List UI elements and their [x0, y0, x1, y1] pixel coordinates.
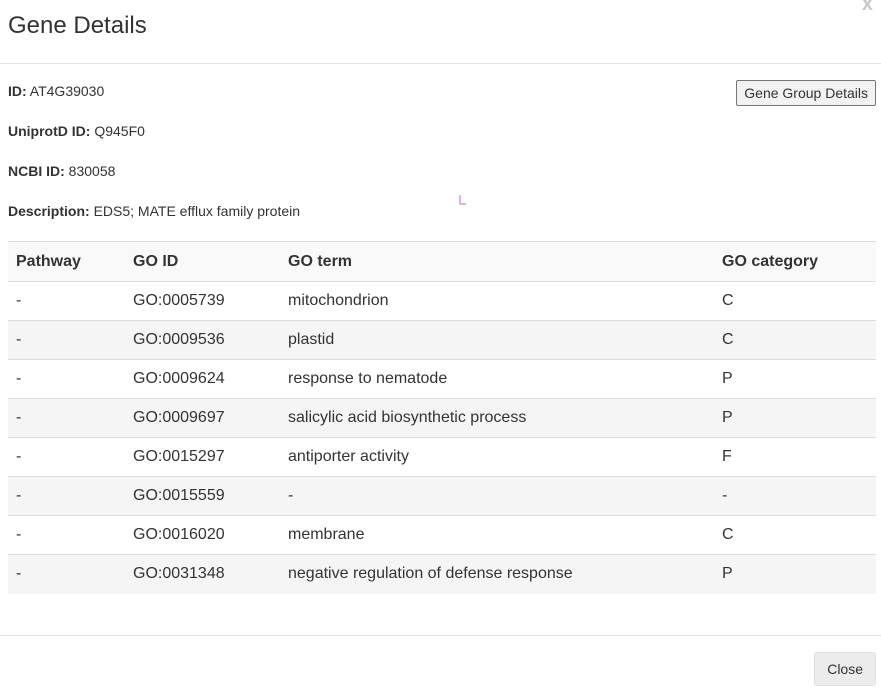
table-row: - GO:0009624 response to nematode P: [8, 359, 876, 399]
uniprot-id-label: UniprotD ID:: [8, 123, 91, 139]
table-row: - GO:0009536 plastid C: [8, 320, 876, 360]
modal-title: Gene Details: [8, 12, 147, 39]
gene-id-value: AT4G39030: [29, 83, 105, 99]
description-value: EDS5; MATE efflux family protein: [93, 203, 301, 219]
go-category-cell: P: [714, 359, 876, 399]
go-term-cell: plastid: [280, 320, 714, 360]
go-term-cell: -: [280, 476, 714, 516]
pathway-cell: -: [8, 554, 125, 594]
gene-group-details-button[interactable]: Gene Group Details: [736, 80, 876, 106]
uniprot-id-value: Q945F0: [94, 123, 145, 139]
go-category-cell: P: [714, 554, 876, 594]
table-header-row: Pathway GO ID GO term GO category: [8, 241, 876, 282]
close-icon[interactable]: x: [862, 0, 873, 14]
close-button[interactable]: Close: [814, 652, 876, 686]
table-row: - GO:0009697 salicylic acid biosynthetic…: [8, 398, 876, 438]
go-annotation-table: Pathway GO ID GO term GO category - GO:0…: [8, 241, 876, 594]
go-id-cell: GO:0005739: [125, 281, 280, 321]
column-header-go-term[interactable]: GO term: [280, 241, 714, 282]
table-row: - GO:0015559 - -: [8, 476, 876, 516]
go-category-cell: F: [714, 437, 876, 477]
column-header-go-category[interactable]: GO category: [714, 241, 876, 282]
pathway-cell: -: [8, 359, 125, 399]
modal-footer: Close: [0, 635, 881, 690]
go-id-cell: GO:0009624: [125, 359, 280, 399]
go-id-cell: GO:0031348: [125, 554, 280, 594]
column-header-pathway[interactable]: Pathway: [8, 241, 125, 282]
go-id-cell: GO:0009697: [125, 398, 280, 438]
go-id-cell: GO:0016020: [125, 515, 280, 555]
table-row: - GO:0015297 antiporter activity F: [8, 437, 876, 477]
table-row: - GO:0031348 negative regulation of defe…: [8, 554, 876, 594]
go-category-cell: -: [714, 476, 876, 516]
go-term-cell: response to nematode: [280, 359, 714, 399]
pathway-cell: -: [8, 281, 125, 321]
go-term-cell: mitochondrion: [280, 281, 714, 321]
description-label: Description:: [8, 203, 90, 219]
go-id-cell: GO:0009536: [125, 320, 280, 360]
go-category-cell: C: [714, 515, 876, 555]
go-term-cell: antiporter activity: [280, 437, 714, 477]
go-term-cell: membrane: [280, 515, 714, 555]
go-id-cell: GO:0015559: [125, 476, 280, 516]
pathway-cell: -: [8, 398, 125, 438]
pathway-cell: -: [8, 320, 125, 360]
ncbi-id-value: 830058: [68, 163, 116, 179]
pathway-cell: -: [8, 437, 125, 477]
pathway-cell: -: [8, 476, 125, 516]
table-row: - GO:0016020 membrane C: [8, 515, 876, 555]
go-id-cell: GO:0015297: [125, 437, 280, 477]
go-category-cell: C: [714, 320, 876, 360]
column-header-go-id[interactable]: GO ID: [125, 241, 280, 282]
go-category-cell: P: [714, 398, 876, 438]
ncbi-id-row: NCBI ID: 830058: [8, 162, 115, 180]
gene-id-label: ID:: [8, 83, 27, 99]
modal-header: Gene Details x: [0, 0, 881, 64]
ncbi-id-label: NCBI ID:: [8, 163, 65, 179]
uniprot-id-row: UniprotD ID: Q945F0: [8, 122, 145, 140]
go-term-cell: negative regulation of defense response: [280, 554, 714, 594]
table-row: - GO:0005739 mitochondrion C: [8, 281, 876, 321]
pathway-cell: -: [8, 515, 125, 555]
go-term-cell: salicylic acid biosynthetic process: [280, 398, 714, 438]
gene-id-row: ID: AT4G39030: [8, 82, 104, 100]
mouse-cursor-icon: [459, 195, 466, 205]
go-category-cell: C: [714, 281, 876, 321]
description-row: Description: EDS5; MATE efflux family pr…: [8, 202, 300, 220]
